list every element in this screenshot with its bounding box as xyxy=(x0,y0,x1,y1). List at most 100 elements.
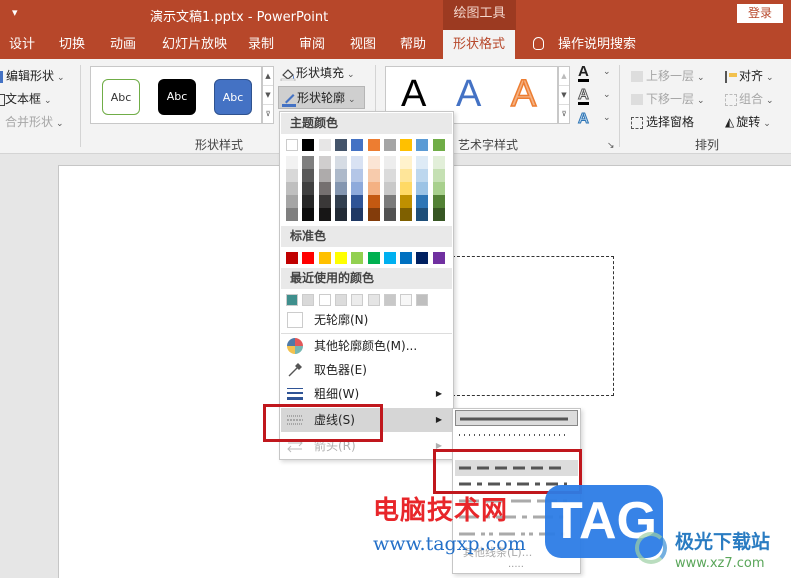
theme-shade-swatch[interactable] xyxy=(302,195,315,208)
theme-shade-swatch[interactable] xyxy=(318,156,331,169)
scroll-down-button[interactable]: ▼ xyxy=(263,86,273,105)
dialog-launcher-icon[interactable]: ↘ xyxy=(607,141,615,151)
text-effects-button[interactable]: A xyxy=(578,110,590,128)
theme-shade-swatch[interactable] xyxy=(351,195,364,208)
standard-color-swatch[interactable] xyxy=(334,252,347,264)
scroll-up-button[interactable]: ▲ xyxy=(263,67,273,86)
theme-color-swatch[interactable] xyxy=(351,139,364,151)
standard-color-swatch[interactable] xyxy=(302,252,315,264)
eyedropper-item[interactable]: 取色器(E) xyxy=(281,358,452,382)
theme-color-swatch[interactable] xyxy=(383,139,396,151)
theme-shade-swatch[interactable] xyxy=(286,208,298,221)
theme-shade-swatch[interactable] xyxy=(318,195,331,208)
theme-shade-swatch[interactable] xyxy=(416,156,429,169)
chevron-down-icon[interactable]: ⌄ xyxy=(603,90,611,100)
wordart-preset-black[interactable]: A xyxy=(401,73,426,116)
tab-review[interactable]: 审阅 xyxy=(299,30,325,59)
recent-color-swatch[interactable] xyxy=(383,294,396,306)
theme-shade-swatch[interactable] xyxy=(334,208,347,221)
quick-access-customize-button[interactable]: ▾ xyxy=(12,6,18,19)
theme-shade-swatch[interactable] xyxy=(416,195,429,208)
tab-design[interactable]: 设计 xyxy=(9,30,35,59)
theme-shade-swatch[interactable] xyxy=(351,182,364,195)
shape-style-preset-black[interactable]: Abc xyxy=(158,79,196,115)
theme-shade-swatch[interactable] xyxy=(367,182,380,195)
theme-shade-swatch[interactable] xyxy=(286,156,298,169)
tab-animations[interactable]: 动画 xyxy=(110,30,136,59)
theme-shade-swatch[interactable] xyxy=(286,169,298,182)
standard-color-swatch[interactable] xyxy=(383,252,396,264)
bring-forward-button[interactable]: 上移一层 ⌄ xyxy=(631,67,705,84)
theme-shade-swatch[interactable] xyxy=(416,208,429,221)
theme-shade-swatch[interactable] xyxy=(383,169,396,182)
theme-shade-swatch[interactable] xyxy=(383,182,396,195)
chevron-down-icon[interactable]: ⌄ xyxy=(603,67,611,77)
theme-shade-swatch[interactable] xyxy=(416,182,429,195)
theme-color-swatch[interactable] xyxy=(400,139,413,151)
theme-shade-swatch[interactable] xyxy=(400,195,413,208)
tab-transitions[interactable]: 切换 xyxy=(59,30,85,59)
theme-color-swatch[interactable] xyxy=(416,139,429,151)
theme-color-swatch[interactable] xyxy=(286,139,298,151)
theme-shade-swatch[interactable] xyxy=(383,156,396,169)
tell-me-search[interactable]: 操作说明搜索 xyxy=(558,30,636,59)
shape-style-preset-blue[interactable]: Abc xyxy=(214,79,252,115)
recent-color-swatch[interactable] xyxy=(302,294,315,306)
standard-color-swatch[interactable] xyxy=(416,252,429,264)
tab-shape-format[interactable]: 形状格式 xyxy=(443,30,516,59)
dash-option-solid[interactable] xyxy=(455,410,578,426)
wordart-preset-blue[interactable]: A xyxy=(456,73,481,116)
theme-shade-swatch[interactable] xyxy=(432,195,445,208)
theme-shade-swatch[interactable] xyxy=(416,169,429,182)
theme-shade-swatch[interactable] xyxy=(318,182,331,195)
theme-shade-swatch[interactable] xyxy=(302,169,315,182)
theme-shade-swatch[interactable] xyxy=(302,156,315,169)
rotate-button[interactable]: ◭ 旋转 ⌄ xyxy=(725,113,771,130)
theme-shade-swatch[interactable] xyxy=(302,182,315,195)
theme-shade-swatch[interactable] xyxy=(334,195,347,208)
scroll-up-button[interactable]: ▲ xyxy=(559,67,569,86)
merge-shapes-button[interactable]: 合并形状 ⌄ xyxy=(0,113,64,130)
theme-shade-swatch[interactable] xyxy=(432,182,445,195)
theme-shade-swatch[interactable] xyxy=(367,156,380,169)
theme-shade-swatch[interactable] xyxy=(367,169,380,182)
tab-help[interactable]: 帮助 xyxy=(400,30,426,59)
theme-color-swatch[interactable] xyxy=(432,139,445,151)
recent-color-swatch[interactable] xyxy=(351,294,364,306)
text-fill-button[interactable]: A xyxy=(578,64,589,82)
theme-shade-swatch[interactable] xyxy=(383,208,396,221)
theme-shade-swatch[interactable] xyxy=(432,169,445,182)
tab-view[interactable]: 视图 xyxy=(350,30,376,59)
recent-color-swatch[interactable] xyxy=(367,294,380,306)
theme-shade-swatch[interactable] xyxy=(286,195,298,208)
shape-style-preset-outline-green[interactable]: Abc xyxy=(102,79,140,115)
tab-slideshow[interactable]: 幻灯片放映 xyxy=(162,30,227,59)
theme-color-swatch[interactable] xyxy=(367,139,380,151)
recent-color-swatch[interactable] xyxy=(318,294,331,306)
no-outline-item[interactable]: 无轮廓(N) xyxy=(281,308,452,332)
theme-shade-swatch[interactable] xyxy=(351,156,364,169)
recent-color-swatch[interactable] xyxy=(334,294,347,306)
gallery-expand-button[interactable]: ⊽ xyxy=(559,105,569,124)
theme-color-swatch[interactable] xyxy=(318,139,331,151)
standard-color-swatch[interactable] xyxy=(318,252,331,264)
theme-shade-swatch[interactable] xyxy=(400,208,413,221)
recent-color-swatch[interactable] xyxy=(400,294,413,306)
tab-record[interactable]: 录制 xyxy=(248,30,274,59)
edit-shape-button[interactable]: 编辑形状 ⌄ xyxy=(0,67,65,84)
align-button[interactable]: 对齐 ⌄ xyxy=(725,67,774,84)
recent-color-swatch[interactable] xyxy=(286,294,298,306)
scroll-down-button[interactable]: ▼ xyxy=(559,86,569,105)
theme-color-swatch[interactable] xyxy=(302,139,315,151)
theme-shade-swatch[interactable] xyxy=(318,208,331,221)
theme-shade-swatch[interactable] xyxy=(351,208,364,221)
text-box-button[interactable]: 文本框 ⌄ xyxy=(0,90,52,107)
send-backward-button[interactable]: 下移一层 ⌄ xyxy=(631,90,705,107)
theme-shade-swatch[interactable] xyxy=(383,195,396,208)
theme-shade-swatch[interactable] xyxy=(334,156,347,169)
theme-shade-swatch[interactable] xyxy=(334,182,347,195)
theme-shade-swatch[interactable] xyxy=(432,208,445,221)
theme-shade-swatch[interactable] xyxy=(334,169,347,182)
theme-shade-swatch[interactable] xyxy=(400,169,413,182)
theme-shade-swatch[interactable] xyxy=(400,156,413,169)
